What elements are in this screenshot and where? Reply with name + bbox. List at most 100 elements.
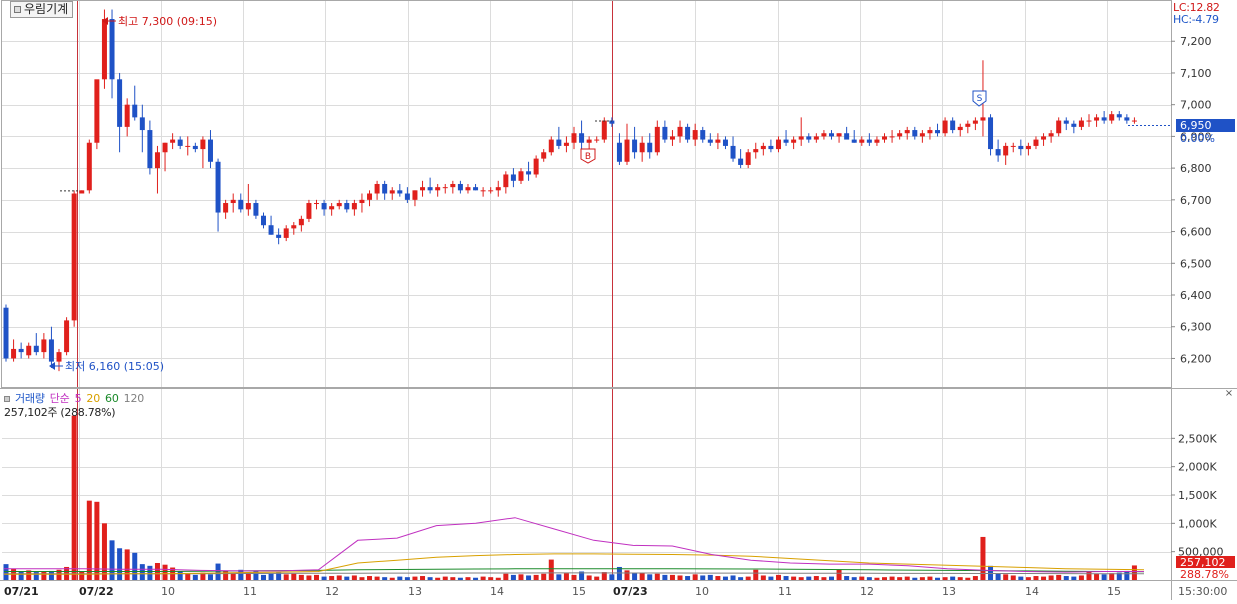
volume-bar xyxy=(950,576,956,580)
volume-bar xyxy=(510,574,516,580)
time-tick-label: 14 xyxy=(490,585,504,598)
candle-down xyxy=(730,145,736,159)
candle-up xyxy=(972,120,978,124)
price-tick-label: 7,000 xyxy=(1180,99,1212,112)
candle-down xyxy=(662,126,668,140)
volume-bar xyxy=(1003,574,1009,580)
volume-bar xyxy=(139,564,145,580)
volume-bar xyxy=(927,576,933,580)
chart-canvas[interactable]: 6,2006,3006,4006,5006,6006,7006,8006,900… xyxy=(0,0,1237,600)
volume-bar xyxy=(775,574,781,580)
candle-up xyxy=(813,136,819,140)
candle-down xyxy=(109,19,115,80)
volume-bar xyxy=(783,576,789,580)
volume-bar xyxy=(882,577,888,580)
time-tick-label: 12 xyxy=(325,585,339,598)
volume-bar xyxy=(465,577,471,580)
candle-up xyxy=(882,136,888,140)
volume-bar xyxy=(813,576,819,580)
volume-bar xyxy=(912,577,918,580)
volume-bar xyxy=(889,576,895,580)
candle-up xyxy=(965,123,971,127)
volume-tick-label: 2,000K xyxy=(1178,461,1217,474)
volume-bar xyxy=(904,576,910,580)
candle-down xyxy=(1063,120,1069,124)
legend-ma120[interactable]: 120 xyxy=(124,392,145,405)
candle-up xyxy=(1094,117,1100,121)
candle-down xyxy=(427,187,433,191)
volume-bar xyxy=(556,574,562,580)
price-tick-label: 6,500 xyxy=(1180,257,1212,270)
candle-down xyxy=(768,145,774,150)
candle-down xyxy=(473,187,479,191)
panel-menu-icon[interactable] xyxy=(14,6,21,13)
candle-up xyxy=(223,203,229,213)
candle-up xyxy=(1033,139,1039,146)
canvas-background xyxy=(0,0,1237,600)
candle-down xyxy=(268,225,274,235)
time-tick-label: 07/22 xyxy=(79,585,114,598)
candle-up xyxy=(980,117,986,121)
volume-bar xyxy=(495,577,501,580)
candle-down xyxy=(321,203,327,210)
volume-bar xyxy=(609,574,615,580)
volume-bar xyxy=(1063,576,1069,580)
stock-name-badge[interactable]: 우림기계 xyxy=(10,1,74,18)
volume-bar xyxy=(18,571,24,580)
volume-bar xyxy=(859,576,865,580)
candle-up xyxy=(283,228,289,238)
volume-bar xyxy=(995,573,1001,580)
volume-bar xyxy=(33,572,39,580)
price-tick-label: 6,700 xyxy=(1180,194,1212,207)
time-tick-label: 10 xyxy=(161,585,175,598)
candle-down xyxy=(1018,145,1024,150)
sell-signal-label: S xyxy=(977,94,983,104)
volume-bar xyxy=(79,571,85,580)
candle-up xyxy=(101,19,107,80)
candle-up xyxy=(1086,120,1092,122)
price-tick-label: 6,200 xyxy=(1180,352,1212,365)
volume-bar xyxy=(260,574,266,580)
time-tick-label: 10 xyxy=(695,585,709,598)
candle-up xyxy=(442,187,448,189)
volume-bar xyxy=(306,575,312,580)
candle-down xyxy=(556,139,562,146)
volume-bar xyxy=(1131,565,1137,580)
volume-bar xyxy=(457,577,463,580)
volume-panel-menu-icon[interactable] xyxy=(4,396,10,402)
volume-bar xyxy=(374,576,380,580)
volume-bar xyxy=(745,576,751,580)
volume-bar xyxy=(230,573,236,580)
volume-bar xyxy=(965,577,971,580)
candle-up xyxy=(821,133,827,137)
candle-up xyxy=(56,352,62,362)
volume-bar xyxy=(806,576,812,580)
current-volume-pct: 288.78% xyxy=(1180,568,1229,581)
volume-bar xyxy=(117,548,123,580)
candle-up xyxy=(594,139,600,141)
candle-up xyxy=(715,139,721,143)
candle-up xyxy=(124,104,130,127)
volume-bar xyxy=(86,500,92,580)
volume-bar xyxy=(1033,576,1039,580)
close-panel-icon[interactable]: × xyxy=(1224,389,1234,399)
candle-up xyxy=(314,203,320,205)
candle-up xyxy=(1041,136,1047,140)
volume-bar xyxy=(359,577,365,580)
candle-down xyxy=(738,158,744,165)
time-tick-label: 15 xyxy=(1107,585,1121,598)
candle-down xyxy=(579,133,585,143)
time-tick-label: 13 xyxy=(408,585,422,598)
candle-up xyxy=(359,199,365,204)
candle-down xyxy=(1116,114,1122,118)
volume-bar xyxy=(283,574,289,580)
high-label: 최고 7,300 (09:15) xyxy=(118,15,217,28)
volume-bar xyxy=(707,574,713,580)
candle-down xyxy=(48,339,54,362)
candle-up xyxy=(957,126,963,131)
candle-up xyxy=(791,139,797,143)
volume-bar xyxy=(1109,573,1115,580)
volume-bar xyxy=(677,575,683,580)
volume-bar xyxy=(3,564,9,580)
volume-bar xyxy=(1124,570,1130,580)
